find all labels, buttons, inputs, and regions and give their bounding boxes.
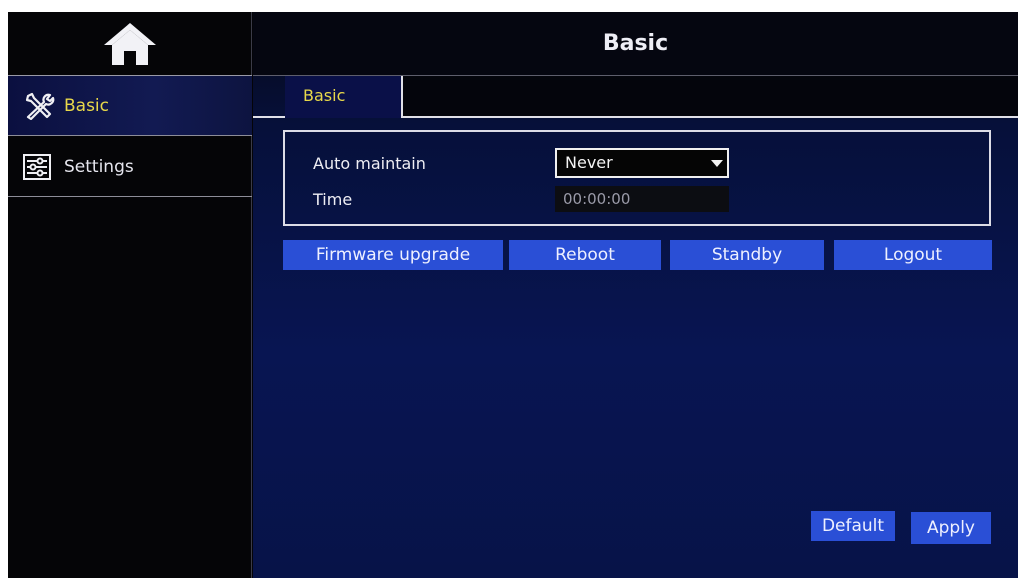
screen: Basic Settings Basic Basic Auto maintain… — [8, 12, 1018, 578]
tab-strip: Basic — [253, 76, 1018, 118]
sidebar: Basic Settings — [8, 12, 252, 578]
tools-icon — [22, 92, 58, 120]
main-panel: Basic Basic Auto maintain Never Time 00:… — [253, 12, 1018, 578]
standby-button[interactable]: Standby — [670, 240, 824, 270]
firmware-upgrade-button[interactable]: Firmware upgrade — [283, 240, 503, 270]
reboot-button[interactable]: Reboot — [509, 240, 661, 270]
sliders-icon — [22, 153, 58, 181]
page-title: Basic — [253, 12, 1018, 76]
auto-maintain-label: Auto maintain — [313, 154, 426, 173]
auto-maintain-select[interactable]: Never — [555, 148, 729, 178]
auto-maintain-value: Never — [565, 153, 613, 172]
sidebar-item-basic[interactable]: Basic — [8, 76, 252, 136]
time-input[interactable]: 00:00:00 — [555, 186, 729, 212]
time-label: Time — [313, 190, 353, 209]
tab-basic[interactable]: Basic — [285, 76, 403, 118]
default-button[interactable]: Default — [811, 511, 895, 541]
sidebar-item-settings[interactable]: Settings — [8, 137, 252, 197]
maintain-fieldset: Auto maintain Never Time 00:00:00 — [283, 130, 991, 226]
sidebar-item-label: Basic — [64, 95, 110, 116]
tab-strip-fill — [403, 76, 1018, 116]
home-icon — [104, 22, 156, 65]
sidebar-item-label: Settings — [64, 156, 134, 177]
home-button[interactable] — [8, 12, 252, 76]
logout-button[interactable]: Logout — [834, 240, 992, 270]
apply-button[interactable]: Apply — [911, 512, 991, 544]
chevron-down-icon — [711, 160, 723, 167]
